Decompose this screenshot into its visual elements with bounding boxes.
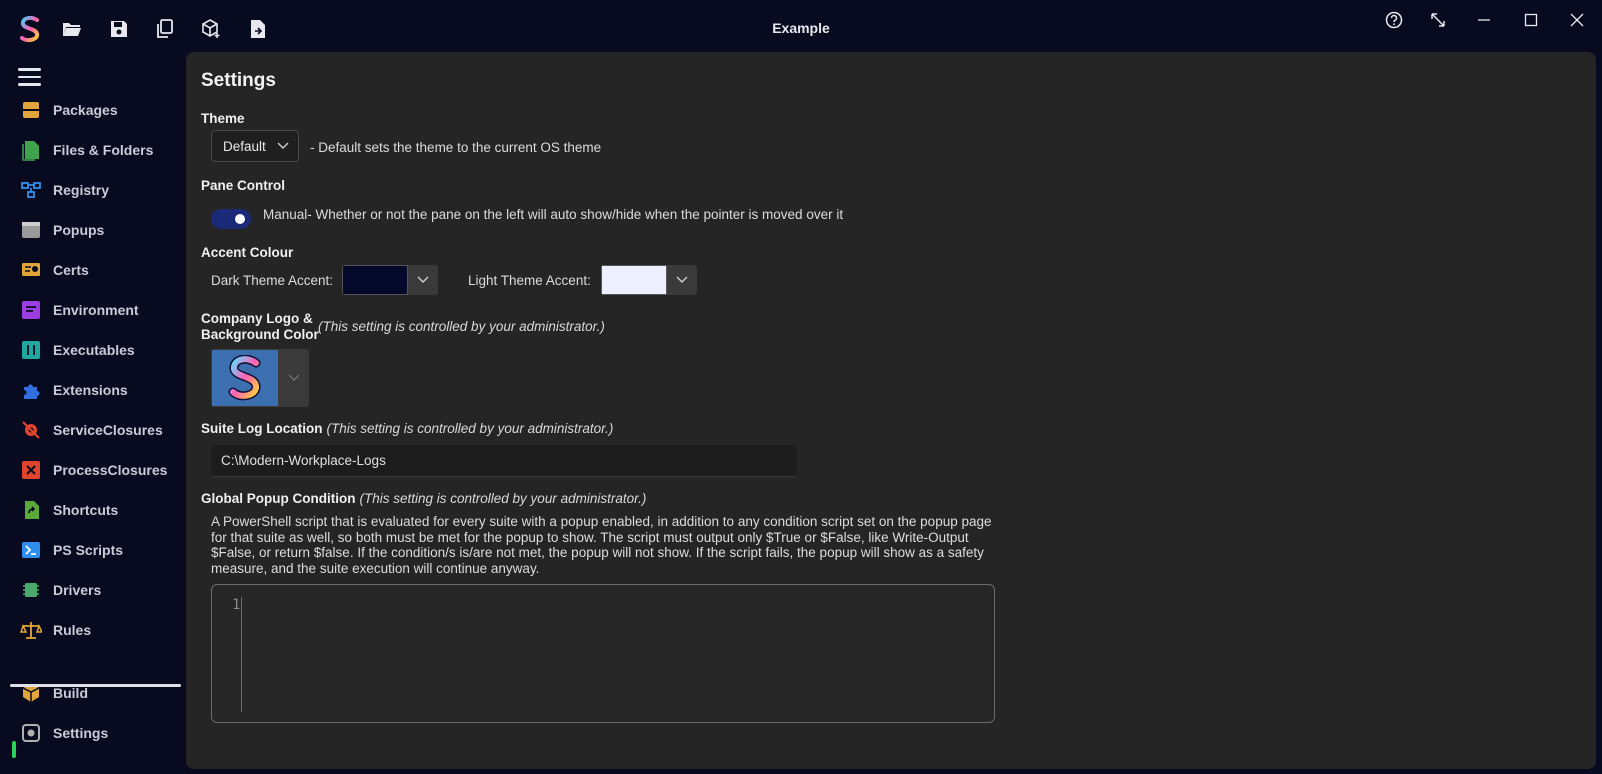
global-popup-label: Global Popup Condition (This setting is c…	[201, 491, 646, 506]
suite-log-note: (This setting is controlled by your admi…	[326, 421, 614, 436]
pane-control-description: Manual- Whether or not the pane on the l…	[263, 207, 844, 222]
pane-control-label: Pane Control	[201, 178, 286, 193]
window-title: Example	[772, 20, 830, 36]
active-indicator	[12, 741, 16, 758]
sidebar-item-label: ServiceClosures	[53, 422, 163, 438]
chevron-down-icon	[667, 265, 697, 295]
dark-accent-label: Dark Theme Accent:	[211, 273, 334, 288]
company-logo-label: Company Logo & Background Color	[201, 311, 319, 343]
suite-log-input[interactable]: C:\Modern-Workplace-Logs	[211, 445, 797, 477]
sidebar-item-certs[interactable]: Certs	[10, 251, 180, 289]
light-accent-label: Light Theme Accent:	[468, 273, 591, 288]
executables-icon	[20, 339, 42, 361]
settings-icon	[20, 722, 42, 744]
script-editor[interactable]: 1	[211, 584, 995, 723]
dark-accent-picker[interactable]	[342, 265, 438, 295]
sidebar-item-label: Drivers	[53, 582, 102, 598]
service-closures-icon	[20, 419, 42, 441]
company-logo-label-line1: Company Logo &	[201, 311, 313, 326]
theme-dropdown[interactable]: Default	[211, 130, 299, 162]
sidebar-item-executables[interactable]: Executables	[10, 331, 180, 369]
sidebar-item-settings[interactable]: Settings	[10, 714, 180, 752]
theme-label: Theme	[201, 111, 245, 126]
sidebar-item-label: Shortcuts	[53, 502, 119, 518]
theme-dropdown-value: Default	[223, 138, 266, 154]
sidebar-item-drivers[interactable]: Drivers	[10, 571, 180, 609]
process-closures-icon	[20, 459, 42, 481]
sidebar-item-shortcuts[interactable]: Shortcuts	[10, 491, 180, 529]
sidebar-item-popups[interactable]: Popups	[10, 211, 180, 249]
chevron-down-icon	[279, 349, 309, 407]
popups-icon	[20, 219, 42, 241]
sidebar-item-serviceclosures[interactable]: ServiceClosures	[10, 411, 180, 449]
sidebar-item-label: Build	[53, 685, 88, 701]
sidebar-item-label: Rules	[53, 622, 92, 638]
company-logo-picker	[211, 349, 309, 407]
sidebar-item-label: ProcessClosures	[53, 462, 168, 478]
theme-description: - Default sets the theme to the current …	[310, 140, 602, 155]
global-popup-label-text: Global Popup Condition	[201, 491, 356, 506]
sidebar-item-rules[interactable]: Rules	[10, 611, 180, 649]
dark-accent-swatch	[342, 265, 408, 295]
ps-scripts-icon	[20, 539, 42, 561]
light-accent-picker[interactable]	[601, 265, 697, 295]
sidebar-separator	[10, 684, 181, 687]
hamburger-menu-icon[interactable]	[18, 64, 44, 90]
accent-colour-label: Accent Colour	[201, 245, 294, 260]
sidebar-item-label: PS Scripts	[53, 542, 124, 558]
sidebar-item-label: Extensions	[53, 382, 128, 398]
sidebar-item-processclosures[interactable]: ProcessClosures	[10, 451, 180, 489]
sidebar-item-label: Settings	[53, 725, 109, 741]
sidebar-item-build[interactable]: Build	[10, 674, 180, 712]
extensions-icon	[20, 379, 42, 401]
registry-icon	[20, 179, 42, 201]
sidebar-item-label: Executables	[53, 342, 135, 358]
settings-panel: Settings Theme Default - Default sets th…	[186, 52, 1596, 769]
editor-gutter	[241, 597, 242, 712]
title-bar: Example	[0, 0, 1602, 56]
sidebar-item-label: Registry	[53, 182, 110, 198]
environment-icon	[20, 299, 42, 321]
maximize-icon[interactable]	[1511, 6, 1551, 34]
sidebar-item-extensions[interactable]: Extensions	[10, 371, 180, 409]
expand-icon[interactable]	[1418, 6, 1458, 34]
light-accent-swatch	[601, 265, 667, 295]
sidebar-item-label: Certs	[53, 262, 89, 278]
sidebar-item-files-folders[interactable]: Files & Folders	[10, 131, 180, 169]
sidebar-item-label: Environment	[53, 302, 139, 318]
chevron-down-icon	[408, 265, 438, 295]
sidebar-item-ps-scripts[interactable]: PS Scripts	[10, 531, 180, 569]
shortcuts-icon	[20, 499, 42, 521]
suite-log-label: Suite Log Location (This setting is contr…	[201, 421, 613, 436]
close-icon[interactable]	[1557, 6, 1597, 34]
suite-log-label-text: Suite Log Location	[201, 421, 323, 436]
company-logo-image	[212, 350, 278, 406]
sidebar-item-environment[interactable]: Environment	[10, 291, 180, 329]
line-number: 1	[232, 597, 241, 613]
help-icon[interactable]	[1374, 6, 1414, 34]
sidebar: Packages Files & Folders Registry Popups Cer…	[0, 56, 186, 774]
sidebar-item-packages[interactable]: Packages	[10, 91, 180, 129]
files-icon	[20, 139, 42, 161]
pane-control-toggle[interactable]	[211, 209, 251, 229]
drivers-icon	[20, 579, 42, 601]
company-logo-note: (This setting is controlled by your admi…	[318, 319, 605, 334]
sidebar-item-label: Packages	[53, 102, 118, 118]
packages-icon	[20, 99, 42, 121]
certs-icon	[20, 259, 42, 281]
sidebar-item-label: Files & Folders	[53, 142, 154, 158]
chevron-down-icon	[277, 142, 289, 150]
sidebar-item-label: Popups	[53, 222, 105, 238]
page-title: Settings	[201, 70, 276, 91]
global-popup-description: A PowerShell script that is evaluated fo…	[211, 514, 992, 576]
company-logo-label-line2: Background Color	[201, 327, 319, 342]
rules-icon	[20, 619, 42, 641]
sidebar-item-registry[interactable]: Registry	[10, 171, 180, 209]
minimize-icon[interactable]	[1464, 6, 1504, 34]
global-popup-note: (This setting is controlled by your admi…	[359, 491, 647, 506]
